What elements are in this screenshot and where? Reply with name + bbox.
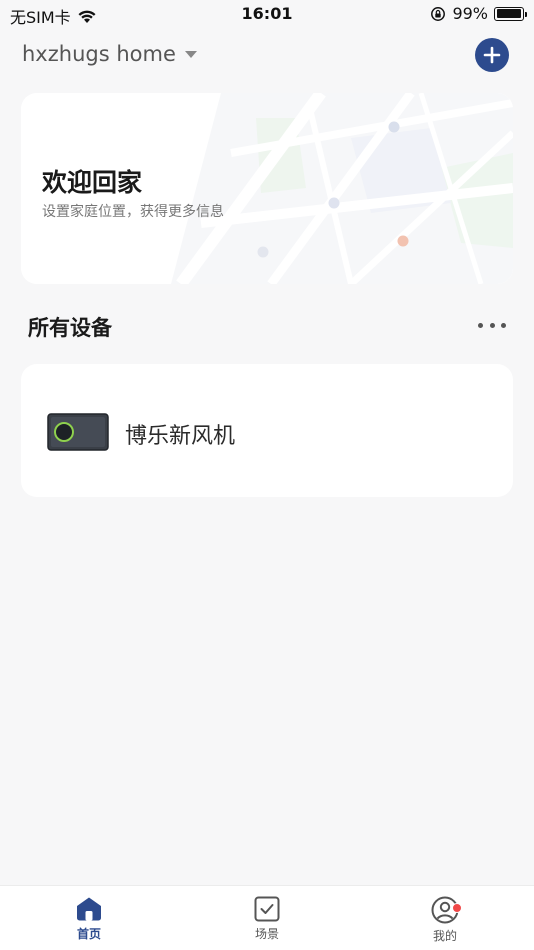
air-purifier-icon (47, 413, 109, 451)
dot (501, 322, 506, 328)
dot (478, 322, 483, 328)
status-right: 99% (430, 4, 527, 23)
dot (489, 322, 495, 328)
tab-home-label: 首页 (76, 927, 101, 941)
home-name: hxzhugs home (22, 42, 176, 66)
welcome-card[interactable]: 欢迎回家 设置家庭位置，获得更多信息 (21, 93, 513, 284)
tab-scene[interactable]: 场景 (227, 896, 307, 942)
caret-down-icon (184, 50, 197, 58)
orientation-lock-icon (431, 6, 446, 21)
welcome-title: 欢迎回家 (42, 168, 143, 197)
battery-percent: 99% (452, 4, 488, 23)
device-name: 博乐新风机 (125, 424, 236, 449)
battery-icon (494, 6, 527, 21)
home-icon (77, 897, 101, 921)
welcome-subtitle: 设置家庭位置，获得更多信息 (42, 204, 224, 220)
battery-fill (496, 9, 522, 18)
tab-mine[interactable]: 我的 (405, 896, 485, 944)
status-bar: 无SIM卡 16:01 99% (0, 0, 534, 30)
more-options-icon[interactable] (478, 316, 506, 334)
tab-mine-label: 我的 (432, 929, 457, 943)
tab-bar: 首页 场景 我的 (0, 885, 534, 950)
add-button[interactable] (475, 38, 509, 72)
devices-section-title: 所有设备 (28, 316, 112, 340)
device-card[interactable]: 博乐新风机 (21, 364, 513, 497)
plus-icon (483, 46, 501, 64)
notification-badge (452, 903, 462, 913)
checkbox-icon (254, 896, 280, 922)
home-selector[interactable]: hxzhugs home (22, 42, 198, 66)
tab-home[interactable]: 首页 (49, 896, 129, 942)
tab-scene-label: 场景 (254, 927, 279, 941)
